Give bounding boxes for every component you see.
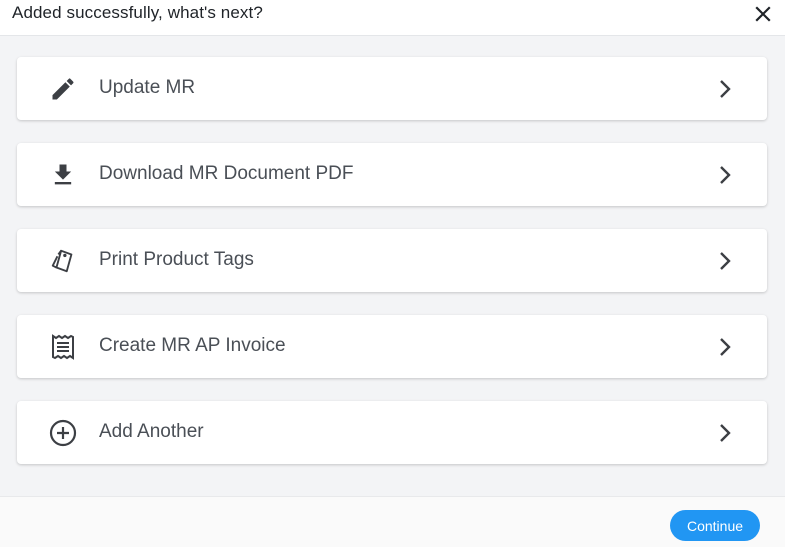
close-icon bbox=[755, 6, 771, 22]
update-mr-option[interactable]: Update MR bbox=[17, 57, 767, 120]
close-button[interactable] bbox=[753, 4, 773, 24]
download-icon bbox=[49, 161, 77, 189]
dialog-footer: Continue bbox=[0, 496, 785, 547]
chevron-right-icon bbox=[715, 250, 735, 272]
tags-icon bbox=[49, 247, 77, 275]
chevron-right-icon bbox=[715, 422, 735, 444]
create-invoice-option[interactable]: Create MR AP Invoice bbox=[17, 315, 767, 378]
add-another-label: Add Another bbox=[99, 421, 204, 442]
update-mr-label: Update MR bbox=[99, 77, 196, 98]
download-pdf-label: Download MR Document PDF bbox=[99, 163, 354, 184]
dialog-body: Update MR Download MR Document PDF Print… bbox=[0, 36, 785, 496]
chevron-right-icon bbox=[715, 78, 735, 100]
chevron-right-icon bbox=[715, 164, 735, 186]
print-tags-label: Print Product Tags bbox=[99, 249, 254, 270]
create-invoice-label: Create MR AP Invoice bbox=[99, 335, 286, 356]
add-another-option[interactable]: Add Another bbox=[17, 401, 767, 464]
download-pdf-option[interactable]: Download MR Document PDF bbox=[17, 143, 767, 206]
add-circle-icon bbox=[49, 419, 77, 447]
continue-button[interactable]: Continue bbox=[670, 510, 760, 541]
pencil-icon bbox=[49, 75, 77, 103]
dialog-title: Added successfully, what's next? bbox=[12, 3, 263, 22]
dialog-header: Added successfully, what's next? bbox=[0, 0, 785, 36]
print-tags-option[interactable]: Print Product Tags bbox=[17, 229, 767, 292]
receipt-icon bbox=[49, 333, 77, 361]
chevron-right-icon bbox=[715, 336, 735, 358]
